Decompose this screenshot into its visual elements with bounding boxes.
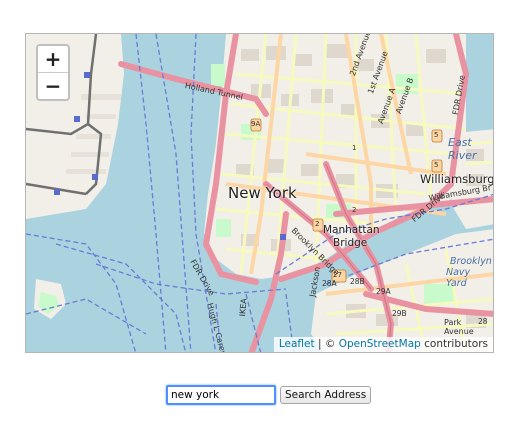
route-9a: 9A (251, 120, 261, 128)
route-29b: 29B (392, 309, 407, 318)
route-1: 1 (352, 144, 357, 152)
leaflet-link[interactable]: Leaflet (279, 338, 315, 350)
address-search-input[interactable] (166, 385, 276, 405)
map-container[interactable]: New York Williamsburg East River Manhatt… (25, 33, 494, 353)
map-attribution: Leaflet | © OpenStreetMap contributors (273, 337, 493, 352)
zoom-control: + − (36, 44, 70, 101)
label-manhattan-bridge-2: Bridge (333, 237, 368, 249)
zoom-in-button[interactable]: + (38, 46, 68, 72)
label-new-york: New York (228, 184, 297, 202)
route-28: 28 (478, 317, 488, 326)
route-27: 27 (333, 271, 342, 279)
route-28a: 28A (322, 279, 337, 288)
label-manhattan-bridge-1: Manhattan (323, 224, 380, 236)
attribution-contributors: contributors (424, 338, 488, 350)
route-2: 2 (315, 220, 320, 228)
route-5b: 5 (434, 161, 439, 169)
label-east-river: East River (448, 136, 477, 162)
route-29a: 29A (376, 287, 391, 296)
attribution-separator: | © (317, 338, 336, 350)
label-brooklyn-navy-2: Navy Yard (446, 267, 471, 289)
route-2b: 2 (352, 206, 357, 214)
route-5: 5 (434, 131, 439, 139)
openstreetmap-link[interactable]: OpenStreetMap (339, 338, 421, 350)
label-ikea: IKEA (238, 297, 249, 317)
search-address-button[interactable]: Search Address (280, 386, 372, 404)
page: New York Williamsburg East River Manhatt… (0, 0, 521, 433)
label-brooklyn-navy-1: Brooklyn (450, 256, 492, 267)
zoom-out-button[interactable]: − (38, 72, 68, 99)
route-28b: 28B (350, 277, 365, 286)
